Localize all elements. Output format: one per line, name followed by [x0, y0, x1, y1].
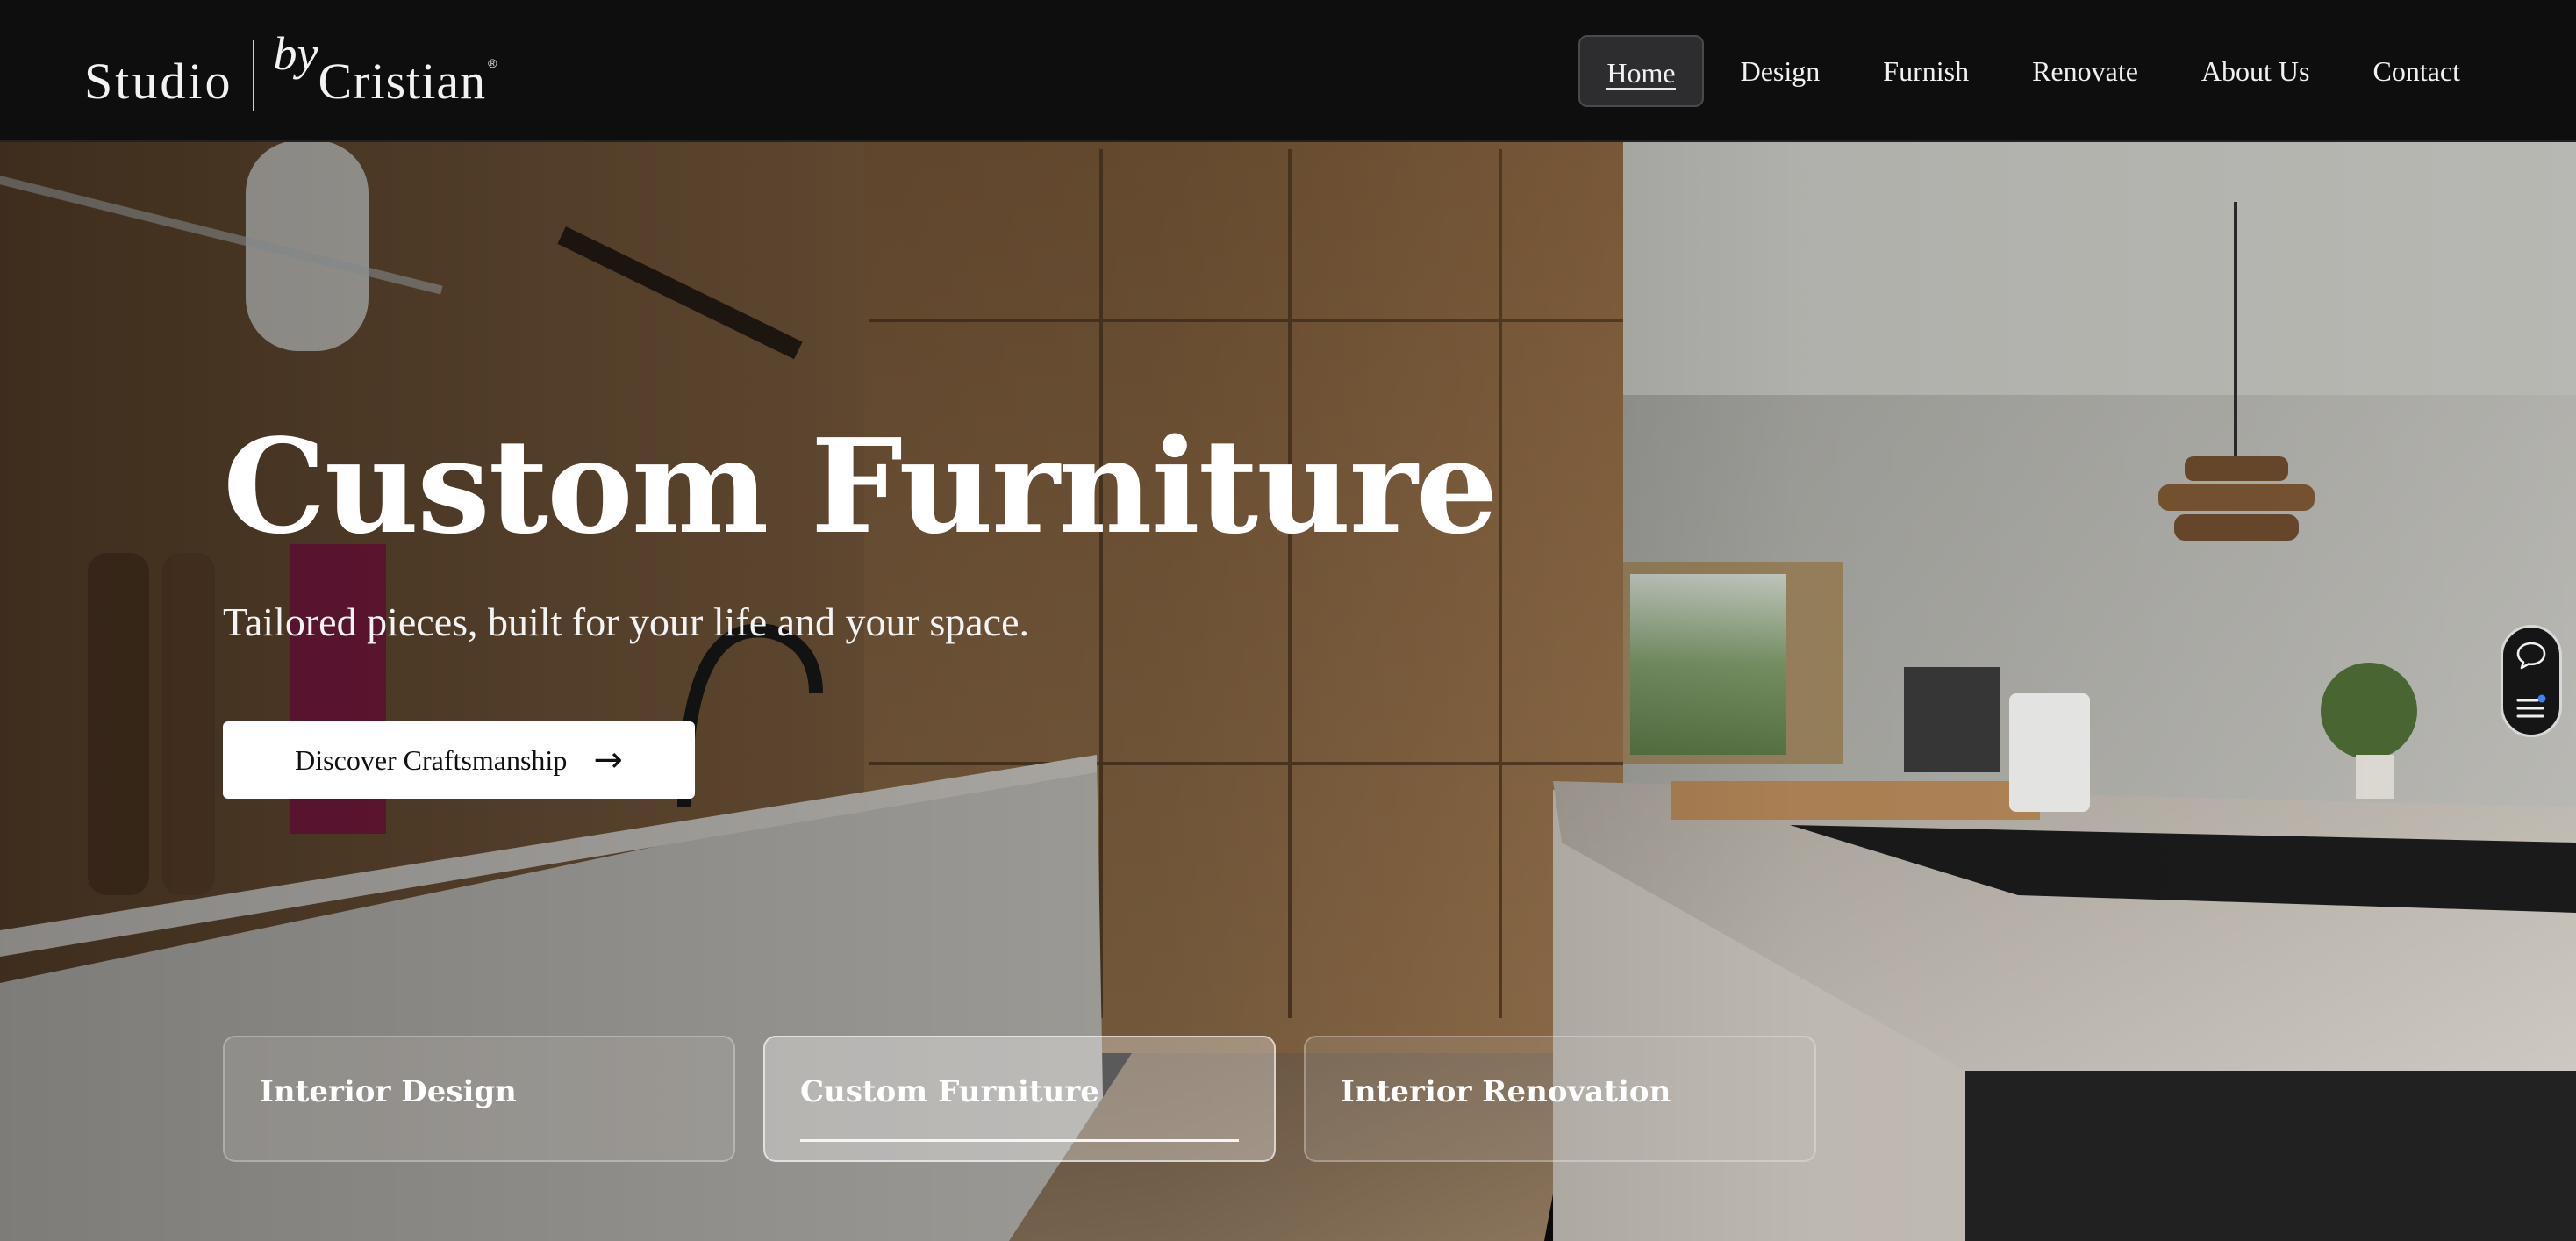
nav-renovate-label: Renovate — [2032, 55, 2138, 87]
nav-home[interactable]: Home — [1578, 35, 1704, 107]
hero-subtitle: Tailored pieces, built for your life and… — [223, 599, 1030, 644]
card-interior-renovation-label: Interior Renovation — [1341, 1074, 1671, 1109]
brand-logo[interactable]: Studio by Cristian ® — [84, 30, 497, 114]
nav-furnish-label: Furnish — [1883, 55, 1970, 87]
logo-studio-text: Studio — [84, 53, 233, 110]
service-cards: Interior Design Custom Furniture Interio… — [223, 1036, 1844, 1162]
chat-button[interactable] — [2503, 629, 2559, 682]
nav-about-us[interactable]: About Us — [2170, 35, 2342, 107]
card-interior-design-label: Interior Design — [260, 1074, 517, 1109]
cta-label: Discover Craftsmanship — [295, 743, 568, 776]
chat-icon — [2516, 642, 2546, 670]
menu-icon — [2516, 694, 2546, 718]
site-header: Studio by Cristian ® Home Design Furnish… — [0, 0, 2576, 142]
logo-registered-mark: ® — [488, 56, 497, 70]
menu-button[interactable] — [2503, 682, 2559, 735]
nav-renovate[interactable]: Renovate — [2000, 35, 2170, 107]
hero-title: Custom Furniture — [223, 410, 1499, 563]
nav-design-label: Design — [1740, 55, 1821, 87]
card-interior-renovation[interactable]: Interior Renovation — [1304, 1036, 1816, 1162]
card-active-underline — [800, 1139, 1239, 1142]
hero-section: Custom Furniture Tailored pieces, built … — [0, 140, 2576, 1241]
nav-home-label: Home — [1606, 57, 1676, 89]
nav-design[interactable]: Design — [1709, 35, 1852, 107]
discover-craftsmanship-button[interactable]: Discover Craftsmanship → — [223, 721, 695, 799]
nav-contact[interactable]: Contact — [2341, 35, 2492, 107]
arrow-right-icon: → — [593, 740, 623, 780]
logo-name-text: Cristian — [318, 53, 487, 110]
side-chat-widget — [2501, 625, 2562, 737]
logo-divider — [252, 40, 254, 111]
nav-furnish[interactable]: Furnish — [1851, 35, 2000, 107]
nav-active-underline — [1606, 88, 1676, 90]
card-custom-furniture[interactable]: Custom Furniture — [763, 1036, 1276, 1162]
nav-contact-label: Contact — [2372, 55, 2460, 87]
nav-about-us-label: About Us — [2200, 55, 2310, 87]
card-interior-design[interactable]: Interior Design — [223, 1036, 735, 1162]
logo-by-text: by — [273, 27, 318, 80]
main-nav: Home Design Furnish Renovate About Us Co… — [1578, 35, 2492, 107]
menu-indicator-dot — [2537, 694, 2546, 703]
card-custom-furniture-label: Custom Furniture — [800, 1074, 1099, 1109]
